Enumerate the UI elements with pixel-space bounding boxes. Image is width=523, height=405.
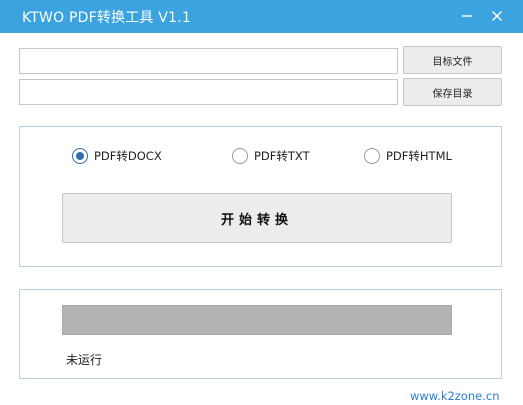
status-text: 未运行 (66, 353, 103, 367)
title-bar: KTWO PDF转换工具 V1.1 (0, 0, 523, 33)
option-label: PDF转HTML (386, 149, 452, 163)
option-label: PDF转TXT (254, 149, 310, 163)
radio-checked-icon (72, 148, 88, 164)
minimize-button[interactable] (455, 4, 479, 28)
target-file-input[interactable] (19, 48, 398, 74)
progress-bar (62, 305, 452, 335)
target-file-button[interactable]: 目标文件 (403, 46, 502, 74)
close-icon (492, 11, 502, 21)
option-pdf-to-html[interactable]: PDF转HTML (364, 147, 452, 165)
radio-unchecked-icon (232, 148, 248, 164)
save-dir-button[interactable]: 保存目录 (403, 78, 502, 106)
option-pdf-to-txt[interactable]: PDF转TXT (232, 147, 310, 165)
save-dir-input[interactable] (19, 79, 398, 105)
option-label: PDF转DOCX (94, 149, 162, 163)
close-button[interactable] (485, 4, 509, 28)
option-pdf-to-docx[interactable]: PDF转DOCX (72, 147, 162, 165)
start-conversion-button[interactable]: 开始转换 (62, 193, 452, 243)
website-link[interactable]: www.k2zone.cn (410, 389, 500, 403)
minimize-icon (462, 15, 472, 17)
window-title: KTWO PDF转换工具 V1.1 (22, 10, 191, 26)
radio-unchecked-icon (364, 148, 380, 164)
